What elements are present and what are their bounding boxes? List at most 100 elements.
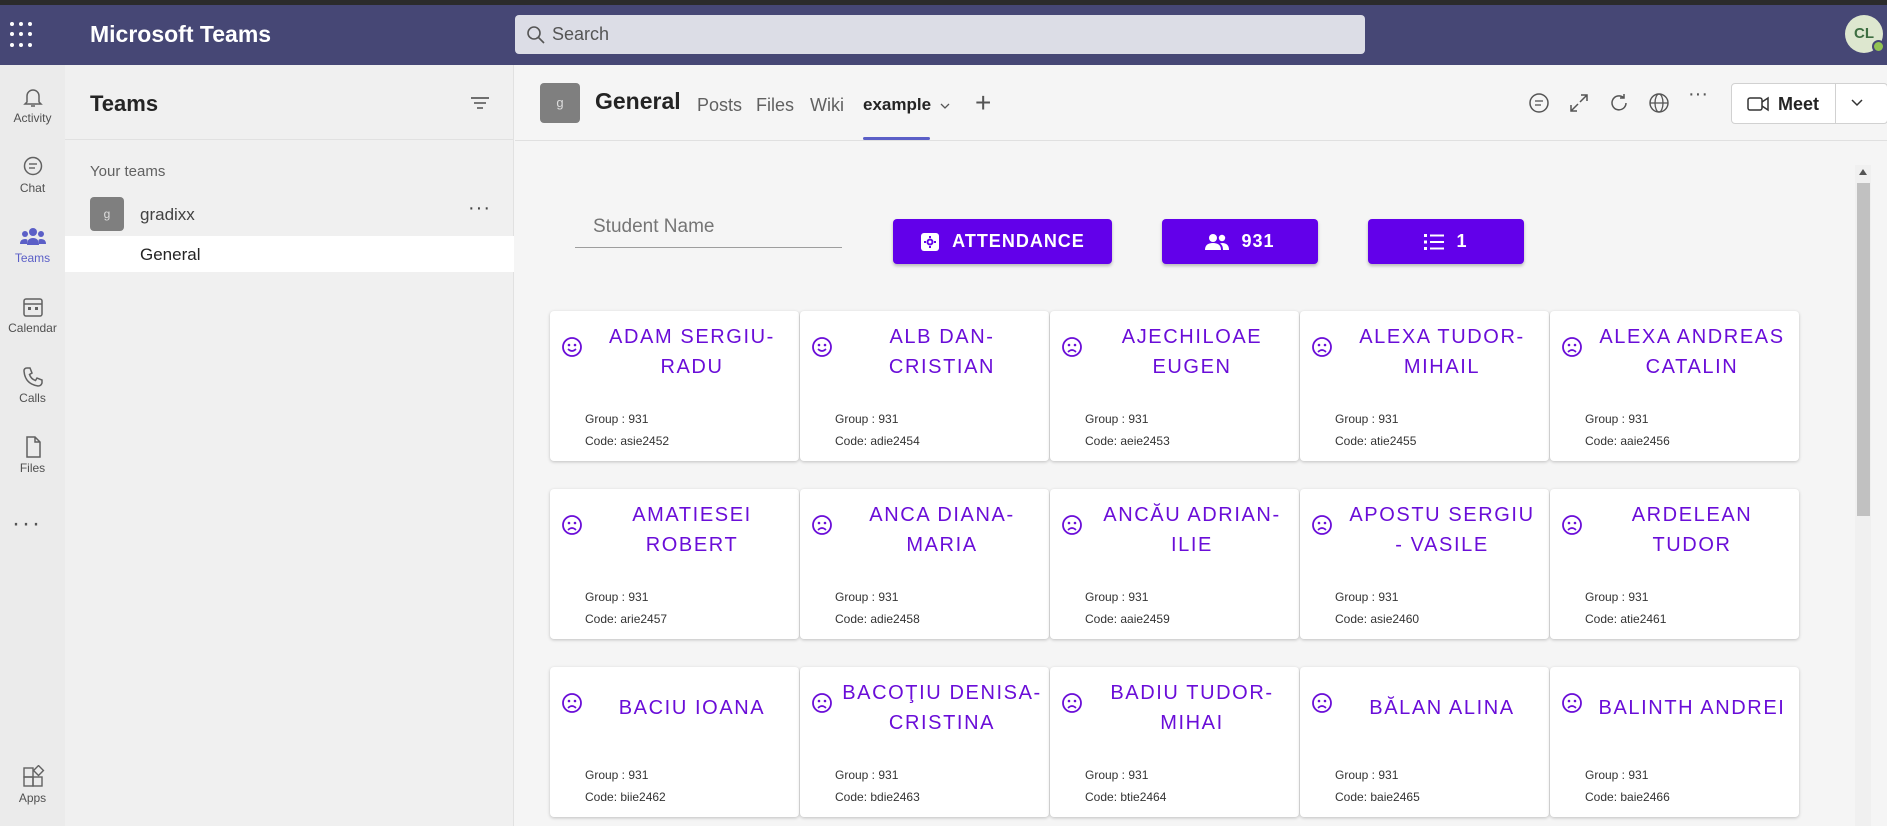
presence-status-icon: [1872, 40, 1885, 53]
student-card[interactable]: ARDELEAN TUDOR Group : 931 Code: atie2461: [1550, 489, 1799, 639]
tab-files[interactable]: Files: [756, 95, 794, 116]
frown-icon[interactable]: [1061, 514, 1083, 541]
frown-icon[interactable]: [1061, 692, 1083, 719]
meet-label: Meet: [1778, 94, 1820, 114]
search-box[interactable]: [515, 15, 1365, 54]
chevron-down-icon[interactable]: [1850, 97, 1864, 109]
student-code: Code: asie2452: [585, 434, 670, 448]
rail-item-apps[interactable]: Apps: [0, 765, 65, 826]
student-card[interactable]: ALB DAN-CRISTIAN Group : 931 Code: adie245…: [800, 311, 1049, 461]
active-tab-indicator: [863, 137, 930, 140]
search-icon: [527, 26, 545, 44]
student-code: Code: atie2461: [1585, 612, 1667, 626]
rail-item-calendar[interactable]: Calendar: [0, 283, 65, 345]
student-card[interactable]: APOSTU SERGIU - VASILE Group : 931 Code: a…: [1300, 489, 1549, 639]
student-card[interactable]: BALINTH ANDREI Group : 931 Code: baie2466: [1550, 667, 1799, 817]
app-launcher-icon[interactable]: [10, 22, 36, 48]
add-tab-icon[interactable]: +: [975, 87, 991, 119]
more-apps-icon[interactable]: ···: [12, 510, 42, 538]
student-name-input[interactable]: [575, 206, 842, 248]
list-icon: [1424, 233, 1445, 250]
student-card[interactable]: BĂLAN ALINA Group : 931 Code: baie2465: [1300, 667, 1549, 817]
bell-icon: [22, 89, 43, 107]
student-card[interactable]: BADIU TUDOR-MIHAI Group : 931 Code: btie24…: [1050, 667, 1299, 817]
scrollbar-thumb[interactable]: [1857, 183, 1870, 516]
scroll-up-icon[interactable]: [1859, 169, 1867, 175]
frown-icon[interactable]: [561, 692, 583, 719]
top-bar: Microsoft Teams CL: [0, 0, 1887, 65]
rail-item-chat[interactable]: Chat: [0, 143, 65, 205]
more-options-icon[interactable]: ···: [1688, 83, 1708, 106]
student-card[interactable]: BACOŢIU DENISA-CRISTINA Group : 931 Code: …: [800, 667, 1049, 817]
meet-button[interactable]: Meet: [1731, 83, 1887, 124]
channel-item-general[interactable]: General: [65, 236, 514, 272]
student-group: Group : 931: [835, 768, 899, 782]
tab-content: ATTENDANCE 931 1 ADAM SERGIU-RADU Group :…: [515, 142, 1855, 826]
student-code: Code: baie2466: [1585, 790, 1670, 804]
channel-title: General: [595, 88, 681, 114]
student-code: Code: adie2454: [835, 434, 920, 448]
rail-item-files[interactable]: Files: [0, 423, 65, 485]
list-button[interactable]: 1: [1368, 219, 1524, 264]
student-card[interactable]: AMATIESEI ROBERT Group : 931 Code: arie245…: [550, 489, 799, 639]
conversation-icon[interactable]: [1528, 92, 1550, 114]
filter-icon[interactable]: [470, 95, 490, 111]
group-button[interactable]: 931: [1162, 219, 1318, 264]
tab-posts[interactable]: Posts: [697, 95, 742, 116]
student-code: Code: biie2462: [585, 790, 666, 804]
app-rail: Activity Chat Teams Calendar Calls Files…: [0, 65, 65, 826]
expand-icon[interactable]: [1568, 92, 1590, 114]
student-card[interactable]: ANCA DIANA-MARIA Group : 931 Code: adie245…: [800, 489, 1049, 639]
student-card[interactable]: BACIU IOANA Group : 931 Code: biie2462: [550, 667, 799, 817]
frown-icon[interactable]: [1561, 514, 1583, 541]
frown-icon[interactable]: [1311, 514, 1333, 541]
student-card[interactable]: ADAM SERGIU-RADU Group : 931 Code: asie245…: [550, 311, 799, 461]
calendar-icon: [22, 298, 43, 317]
rail-label: Calendar: [8, 321, 57, 335]
channel-avatar: g: [540, 83, 580, 123]
frown-icon[interactable]: [811, 692, 833, 719]
team-item-gradixx[interactable]: g gradixx ···: [65, 195, 514, 235]
student-name: ALEXA ANDREAS CATALIN: [1599, 326, 1785, 378]
student-group: Group : 931: [1585, 590, 1649, 604]
meet-now-button[interactable]: Meet: [1732, 84, 1836, 123]
refresh-icon[interactable]: [1608, 92, 1630, 114]
globe-icon[interactable]: [1648, 92, 1670, 114]
frown-icon[interactable]: [1311, 336, 1333, 363]
student-name: ARDELEAN TUDOR: [1631, 504, 1753, 556]
frown-icon[interactable]: [1061, 336, 1083, 363]
student-code: Code: aaie2459: [1085, 612, 1170, 626]
team-name: gradixx: [140, 205, 195, 224]
rail-item-calls[interactable]: Calls: [0, 353, 65, 415]
panel-title: Teams: [90, 91, 159, 116]
frown-icon[interactable]: [561, 514, 583, 541]
smile-icon[interactable]: [561, 336, 583, 363]
frown-icon[interactable]: [1311, 692, 1333, 719]
student-name: ALB DAN-CRISTIAN: [888, 326, 996, 378]
list-label: 1: [1456, 231, 1468, 251]
tab-wiki[interactable]: Wiki: [810, 95, 844, 116]
team-avatar: g: [90, 197, 124, 231]
student-name: AMATIESEI ROBERT: [632, 504, 752, 556]
search-input[interactable]: [552, 15, 1342, 54]
student-code: Code: atie2455: [1335, 434, 1417, 448]
student-card[interactable]: ANCĂU ADRIAN-ILIE Group : 931 Code: aaie24…: [1050, 489, 1299, 639]
student-group: Group : 931: [585, 768, 649, 782]
frown-icon[interactable]: [1561, 336, 1583, 363]
student-card[interactable]: ALEXA TUDOR-MIHAIL Group : 931 Code: atie2…: [1300, 311, 1549, 461]
smile-icon[interactable]: [811, 336, 833, 363]
student-name: BACOŢIU DENISA-CRISTINA: [842, 682, 1042, 734]
avatar[interactable]: CL: [1845, 15, 1885, 53]
rail-item-teams[interactable]: Teams: [0, 213, 65, 275]
avatar-initials: CL: [1854, 25, 1874, 42]
student-card[interactable]: AJECHILOAE EUGEN Group : 931 Code: aeie245…: [1050, 311, 1299, 461]
tab-example[interactable]: example: [863, 95, 950, 115]
student-card[interactable]: ALEXA ANDREAS CATALIN Group : 931 Code: aa…: [1550, 311, 1799, 461]
frown-icon[interactable]: [811, 514, 833, 541]
scrollbar[interactable]: [1855, 165, 1871, 826]
more-options-icon[interactable]: ···: [468, 197, 491, 220]
student-group: Group : 931: [1085, 590, 1149, 604]
rail-item-activity[interactable]: Activity: [0, 73, 65, 135]
frown-icon[interactable]: [1561, 692, 1583, 719]
attendance-button[interactable]: ATTENDANCE: [893, 219, 1112, 264]
